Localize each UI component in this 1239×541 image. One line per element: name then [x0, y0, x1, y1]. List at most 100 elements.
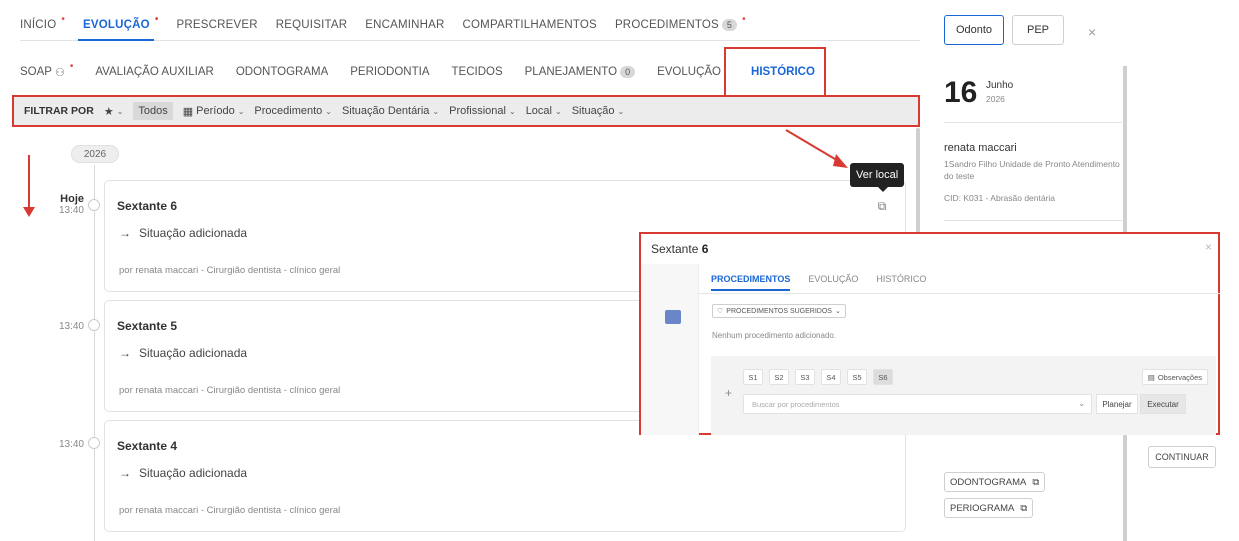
card-action: → Situação adicionada [119, 346, 247, 360]
date-day: 16 [944, 76, 978, 109]
star-icon: ★ [103, 105, 114, 118]
chevron-down-icon: ⌄ [1078, 399, 1085, 408]
tab-encaminhar[interactable]: ENCAMINHAR [365, 19, 444, 31]
subtab-planejamento[interactable]: PLANEJAMENTO 0 [524, 66, 636, 78]
card-author: por renata maccari - Cirurgião dentista … [119, 505, 341, 516]
tab-evolucao[interactable]: EVOLUÇÃO • [83, 14, 158, 32]
procedimentos-count-badge: 5 [721, 19, 738, 31]
procedure-panel: + S1 S2 S3 S4 S5 S6 ▤ Observações Buscar … [711, 356, 1216, 435]
card-title: Sextante 6 [117, 199, 178, 213]
observacoes-button[interactable]: ▤ Observações [1141, 369, 1208, 385]
teeth-icon[interactable] [665, 310, 681, 324]
filter-bar: FILTRAR POR ★ ⌄ Todos ▦ Período ⌄ Procedime… [12, 95, 920, 127]
card-action-text: Situação adicionada [139, 346, 248, 360]
sextant-button[interactable]: S5 [847, 369, 867, 385]
cid-text: CID: K031 - Abrasão dentária [944, 193, 1056, 203]
tab-encaminhar-label: ENCAMINHAR [365, 19, 445, 31]
history-card[interactable]: Sextante 4 → Situação adicionada por rena… [104, 420, 906, 532]
planejar-button[interactable]: Planejar [1096, 394, 1138, 414]
filter-procedimento[interactable]: Procedimento ⌄ [254, 105, 332, 117]
external-link-icon[interactable]: ⧉ [873, 197, 891, 215]
card-action: → Situação adicionada [119, 226, 247, 240]
close-icon[interactable]: × [1205, 240, 1212, 254]
odontograma-link[interactable]: ODONTOGRAMA ⧉ [944, 472, 1046, 492]
close-icon[interactable]: × [1088, 24, 1096, 40]
tab-procedimentos-label: PROCEDIMENTOS [614, 19, 719, 31]
tab-procedimentos[interactable]: PROCEDIMENTOS [711, 274, 791, 291]
chevron-down-icon: ⌄ [617, 106, 625, 116]
card-title: Sextante 4 [117, 439, 178, 453]
filter-todos[interactable]: Todos [133, 102, 173, 120]
tab-inicio-label: INÍCIO [20, 19, 57, 31]
subtab-tecidos[interactable]: TECIDOS [452, 66, 503, 78]
search-placeholder: Buscar por procedimentos [752, 399, 840, 409]
subtab-periodontia-label: PERIODONTIA [350, 66, 430, 78]
filter-periodo[interactable]: ▦ Período ⌄ [183, 105, 245, 118]
highlight-box-historico [724, 47, 826, 97]
sextant-button[interactable]: S2 [769, 369, 789, 385]
sextant-button[interactable]: S3 [795, 369, 815, 385]
sextant-button[interactable]: S1 [743, 369, 763, 385]
tab-evolucao[interactable]: EVOLUÇÃO [808, 274, 858, 291]
periograma-link-label: PERIOGRAMA [950, 502, 1015, 514]
tab-requisitar[interactable]: REQUISITAR [276, 19, 347, 31]
sextante-modal: Sextante 6 × PROCEDIMENTOS EVOLUÇÃO HIST… [639, 232, 1220, 435]
tab-prescrever-label: PRESCREVER [176, 19, 258, 31]
subtab-planejamento-label: PLANEJAMENTO [524, 66, 618, 78]
odontograma-link-label: ODONTOGRAMA [950, 476, 1027, 488]
tab-historico[interactable]: HISTÓRICO [876, 274, 926, 291]
tabs-divider [20, 40, 920, 41]
sextant-button[interactable]: S6 [873, 369, 893, 385]
divider [944, 122, 1122, 123]
tab-procedimentos[interactable]: PROCEDIMENTOS 5 • [614, 14, 746, 31]
executar-button[interactable]: Executar [1140, 394, 1186, 414]
procedimentos-sugeridos-select[interactable]: ♡ PROCEDIMENTOS SUGERIDOS ⌄ [712, 304, 846, 318]
continuar-button[interactable]: CONTINUAR [1148, 446, 1216, 468]
chevron-down-icon: ⌄ [432, 106, 440, 116]
subtab-avaliacao-auxiliar[interactable]: AVALIAÇÃO AUXILIAR [95, 66, 213, 78]
tooltip: Ver local [850, 163, 905, 192]
tab-requisitar-label: REQUISITAR [275, 19, 348, 31]
subtab-evolucao[interactable]: EVOLUÇÃO [657, 66, 721, 78]
subtab-soap[interactable]: SOAP ⚇ • [20, 61, 73, 79]
card-author: por renata maccari - Cirurgião dentista … [119, 265, 341, 276]
date-year: 2026 [986, 94, 1005, 104]
odonto-button[interactable]: Odonto [944, 15, 1004, 45]
chevron-down-icon: ⌄ [508, 106, 516, 116]
tab-inicio[interactable]: INÍCIO • [20, 14, 65, 32]
select-label: PROCEDIMENTOS SUGERIDOS [726, 307, 832, 315]
timeline-time: 13:40 [58, 205, 84, 216]
filter-situacao-dentaria-label: Situação Dentária [341, 105, 430, 117]
periograma-link[interactable]: PERIOGRAMA ⧉ [944, 498, 1034, 518]
filter-local[interactable]: Local ⌄ [526, 105, 562, 117]
subtab-soap-label: SOAP [20, 66, 52, 78]
scrollbar[interactable] [916, 128, 920, 238]
main-tabs: INÍCIO • EVOLUÇÃO • PRESCREVER REQUISITAR … [20, 10, 746, 40]
plus-icon[interactable]: + [725, 386, 732, 400]
timeline-node [88, 319, 100, 331]
required-dot: • [69, 60, 74, 72]
tab-prescrever[interactable]: PRESCREVER [177, 19, 258, 31]
tab-evolucao-label: EVOLUÇÃO [83, 19, 150, 31]
filter-situacao-dentaria[interactable]: Situação Dentária ⌄ [342, 105, 439, 117]
card-author: por renata maccari - Cirurgião dentista … [119, 385, 341, 396]
subtab-periodontia[interactable]: PERIODONTIA [350, 66, 429, 78]
favorites-filter[interactable]: ★ ⌄ [104, 105, 124, 118]
filter-profissional[interactable]: Profissional ⌄ [449, 105, 516, 117]
required-dot: • [61, 13, 66, 25]
search-procedures-input[interactable]: Buscar por procedimentos ⌄ [743, 394, 1092, 414]
planejamento-count-badge: 0 [620, 66, 636, 78]
chevron-down-icon: ⌄ [834, 308, 841, 315]
calendar-icon: ▦ [182, 105, 194, 118]
modal-title-prefix: Sextante [651, 242, 699, 256]
tab-compartilhamentos[interactable]: COMPARTILHAMENTOS [463, 19, 597, 31]
sextant-button[interactable]: S4 [821, 369, 841, 385]
filter-situacao[interactable]: Situação ⌄ [572, 105, 625, 117]
tab-compartilhamentos-label: COMPARTILHAMENTOS [462, 19, 597, 31]
card-action: → Situação adicionada [119, 466, 247, 480]
timeline-node [88, 199, 100, 211]
subtab-tecidos-label: TECIDOS [451, 66, 503, 78]
pep-button[interactable]: PEP [1012, 15, 1064, 45]
subtab-odontograma[interactable]: ODONTOGRAMA [236, 66, 328, 78]
timeline-line [94, 165, 95, 541]
